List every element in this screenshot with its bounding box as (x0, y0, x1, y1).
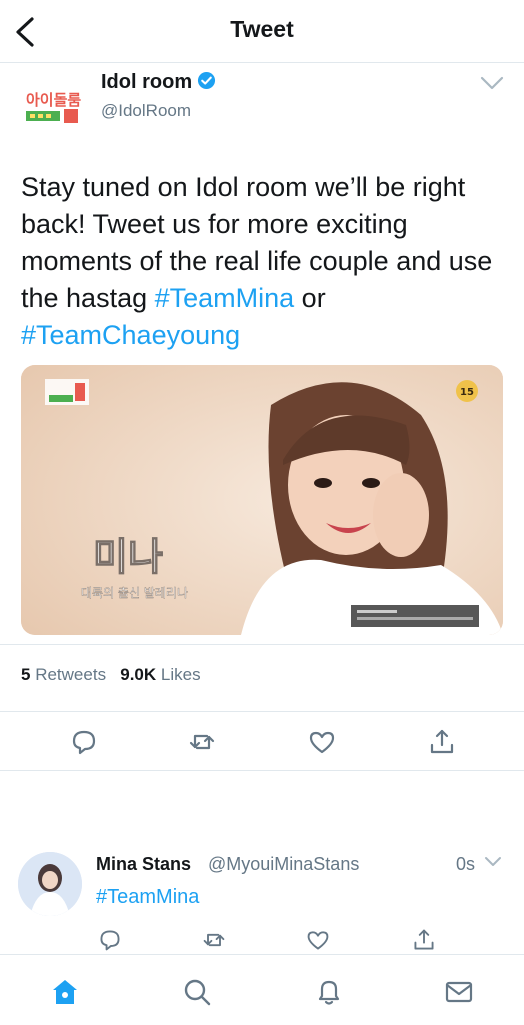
reply-action-bar (0, 928, 524, 954)
stats-row: 5 Retweets 9.0K Likes (21, 665, 201, 685)
share-icon[interactable] (428, 728, 456, 756)
home-icon[interactable] (50, 977, 80, 1007)
author-avatar[interactable]: 아이돌룸 (24, 87, 82, 129)
share-icon[interactable] (412, 928, 436, 952)
bottom-tab-bar (0, 954, 524, 1025)
reply-hashtag-link[interactable]: #TeamMina (96, 886, 199, 909)
hashtag-link[interactable]: #TeamChaeyoung (21, 320, 240, 350)
media-caption-name: 미나 (93, 535, 163, 579)
notifications-icon[interactable] (314, 977, 344, 1007)
hashtag-link[interactable]: #TeamMina (155, 283, 295, 313)
reply-icon[interactable] (70, 728, 98, 756)
author-handle[interactable]: @IdolRoom (101, 101, 191, 121)
retweet-icon[interactable] (202, 928, 226, 952)
logo-text: 아이돌룸 (26, 91, 81, 109)
retweet-icon[interactable] (188, 728, 216, 756)
messages-icon[interactable] (444, 977, 474, 1007)
reply-avatar-image (18, 852, 82, 916)
reply-author-name[interactable]: Mina Stans (96, 854, 191, 875)
verified-icon (198, 71, 216, 90)
reply-timestamp: 0s (456, 854, 476, 874)
tweet-action-bar (0, 712, 524, 771)
retweets-count[interactable]: 5 (21, 665, 30, 684)
top-bar: Tweet (0, 0, 524, 63)
likes-label[interactable]: Likes (161, 665, 201, 684)
chevron-down-icon[interactable] (484, 856, 502, 868)
search-icon[interactable] (182, 977, 212, 1007)
chevron-down-icon[interactable] (480, 75, 504, 91)
author-name[interactable]: Idol room (101, 71, 216, 94)
media-caption-sub: 대륙의 출신 발레리나 (81, 586, 188, 600)
reply-avatar[interactable] (18, 852, 82, 916)
tweet-stats: 5 Retweets 9.0K Likes (0, 644, 524, 712)
tweet-text: Stay tuned on Idol room we’ll be right b… (21, 172, 493, 350)
media-illustration: 15 미나 대륙의 출신 발레리나 (21, 365, 503, 635)
tweet-media-image[interactable]: 15 미나 대륙의 출신 발레리나 (21, 365, 503, 635)
like-icon[interactable] (306, 928, 330, 952)
likes-count[interactable]: 9.0K (120, 665, 156, 684)
rating-badge: 15 (460, 387, 474, 398)
page-title: Tweet (230, 16, 294, 42)
like-icon[interactable] (308, 728, 336, 756)
retweets-label[interactable]: Retweets (35, 665, 106, 684)
reply-tweet[interactable]: Mina Stans @MyouiMinaStans 0s #TeamMina (0, 834, 524, 954)
reply-author-handle[interactable]: @MyouiMinaStans (208, 854, 359, 875)
reply-icon[interactable] (98, 928, 122, 952)
